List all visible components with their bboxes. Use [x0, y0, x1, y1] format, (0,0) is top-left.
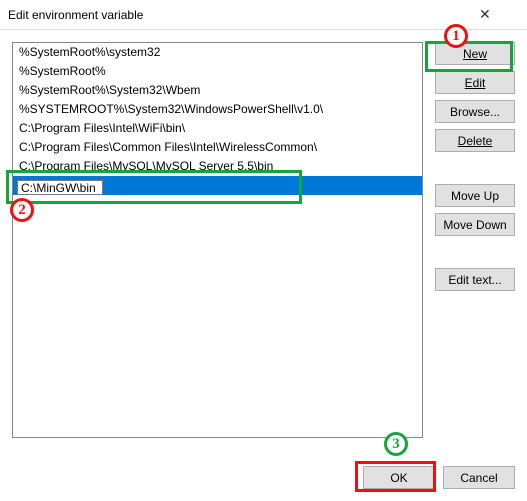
new-button[interactable]: New [435, 42, 515, 65]
list-item[interactable]: C:\Program Files\MySQL\MySQL Server 5.5\… [13, 157, 422, 176]
list-container: %SystemRoot%\system32 %SystemRoot% %Syst… [12, 42, 423, 438]
list-item[interactable]: %SystemRoot% [13, 62, 422, 81]
inline-edit-input[interactable] [17, 180, 103, 195]
move-up-button[interactable]: Move Up [435, 184, 515, 207]
edit-button[interactable]: Edit [435, 71, 515, 94]
close-button[interactable]: ✕ [479, 1, 519, 29]
list-item[interactable]: %SystemRoot%\System32\Wbem [13, 81, 422, 100]
window-title: Edit environment variable [8, 8, 479, 22]
list-item-selected[interactable] [13, 176, 422, 195]
dialog-body: %SystemRoot%\system32 %SystemRoot% %Syst… [0, 30, 527, 450]
list-item[interactable]: %SYSTEMROOT%\System32\WindowsPowerShell\… [13, 100, 422, 119]
title-bar: Edit environment variable ✕ [0, 0, 527, 30]
delete-button[interactable]: Delete [435, 129, 515, 152]
list-item[interactable]: C:\Program Files\Intel\WiFi\bin\ [13, 119, 422, 138]
close-icon: ✕ [479, 6, 519, 23]
list-item[interactable]: C:\Program Files\Common Files\Intel\Wire… [13, 138, 422, 157]
list-item[interactable]: %SystemRoot%\system32 [13, 43, 422, 62]
move-down-button[interactable]: Move Down [435, 213, 515, 236]
side-buttons: New Edit Browse... Delete Move Up Move D… [435, 42, 515, 438]
ok-button[interactable]: OK [363, 466, 435, 489]
cancel-button[interactable]: Cancel [443, 466, 515, 489]
dialog-footer: OK Cancel [363, 466, 515, 489]
spacer [435, 158, 515, 178]
browse-button[interactable]: Browse... [435, 100, 515, 123]
edit-text-button[interactable]: Edit text... [435, 268, 515, 291]
spacer [435, 242, 515, 262]
path-listbox[interactable]: %SystemRoot%\system32 %SystemRoot% %Syst… [12, 42, 423, 438]
